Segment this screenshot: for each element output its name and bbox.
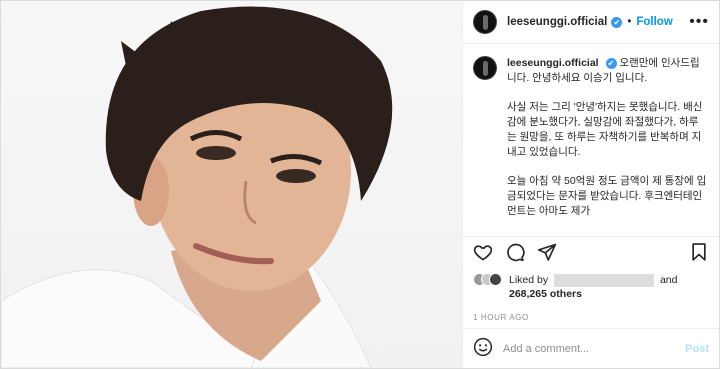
likes-summary: Liked by and 268,265 others xyxy=(463,271,719,307)
liked-by-label: Liked by xyxy=(509,274,549,286)
post-timestamp[interactable]: 1 HOUR AGO xyxy=(463,307,719,329)
caption-paragraph-1: leeseunggi.official ✔ 오랜만에 인사드립니다. 안녕하세요… xyxy=(507,56,707,86)
username[interactable]: leeseunggi.official xyxy=(507,16,607,28)
separator-dot: • xyxy=(627,16,632,28)
post-photo[interactable] xyxy=(1,1,462,368)
caption-avatar[interactable] xyxy=(473,56,497,80)
avatar[interactable] xyxy=(473,10,497,34)
verified-icon: ✔ xyxy=(611,16,623,28)
likes-count[interactable]: 268,265 others xyxy=(509,288,582,300)
emoji-icon[interactable] xyxy=(473,337,493,360)
portrait-illustration xyxy=(1,6,393,368)
verified-icon: ✔ xyxy=(605,58,617,69)
share-icon[interactable] xyxy=(537,242,557,267)
caption-username[interactable]: leeseunggi.official xyxy=(507,57,599,69)
post-header: leeseunggi.official ✔ • Follow ••• xyxy=(463,1,719,44)
more-options-icon[interactable]: ••• xyxy=(689,13,709,31)
redacted-username xyxy=(554,273,655,287)
action-bar xyxy=(463,237,719,271)
caption-text: leeseunggi.official ✔ 오랜만에 인사드립니다. 안녕하세요… xyxy=(507,56,707,236)
comment-icon[interactable] xyxy=(505,242,525,267)
and-label: and xyxy=(659,274,678,286)
follow-button[interactable]: Follow xyxy=(636,16,672,28)
liker-avatars xyxy=(473,273,503,289)
caption-paragraph-3: 오늘 아침 약 50억원 정도 금액이 제 통장에 입금되었다는 문자를 받았습… xyxy=(507,175,707,217)
post-sidebar: leeseunggi.official ✔ • Follow ••• leese… xyxy=(462,1,719,368)
bookmark-icon[interactable] xyxy=(689,242,709,267)
comment-input[interactable]: Add a comment... xyxy=(503,343,685,355)
liker-avatar xyxy=(489,273,502,286)
caption-paragraph-2: 사실 저는 그리 '안녕'하지는 못했습니다. 배신감에 분노했다가, 실망감에… xyxy=(507,101,703,158)
instagram-post: leeseunggi.official ✔ • Follow ••• leese… xyxy=(0,0,720,369)
likes-text: Liked by and 268,265 others xyxy=(509,273,677,307)
caption-section: leeseunggi.official ✔ 오랜만에 인사드립니다. 안녕하세요… xyxy=(463,44,719,237)
heart-icon[interactable] xyxy=(473,242,493,267)
comment-bar: Add a comment... Post xyxy=(463,329,719,368)
post-button[interactable]: Post xyxy=(685,343,709,355)
